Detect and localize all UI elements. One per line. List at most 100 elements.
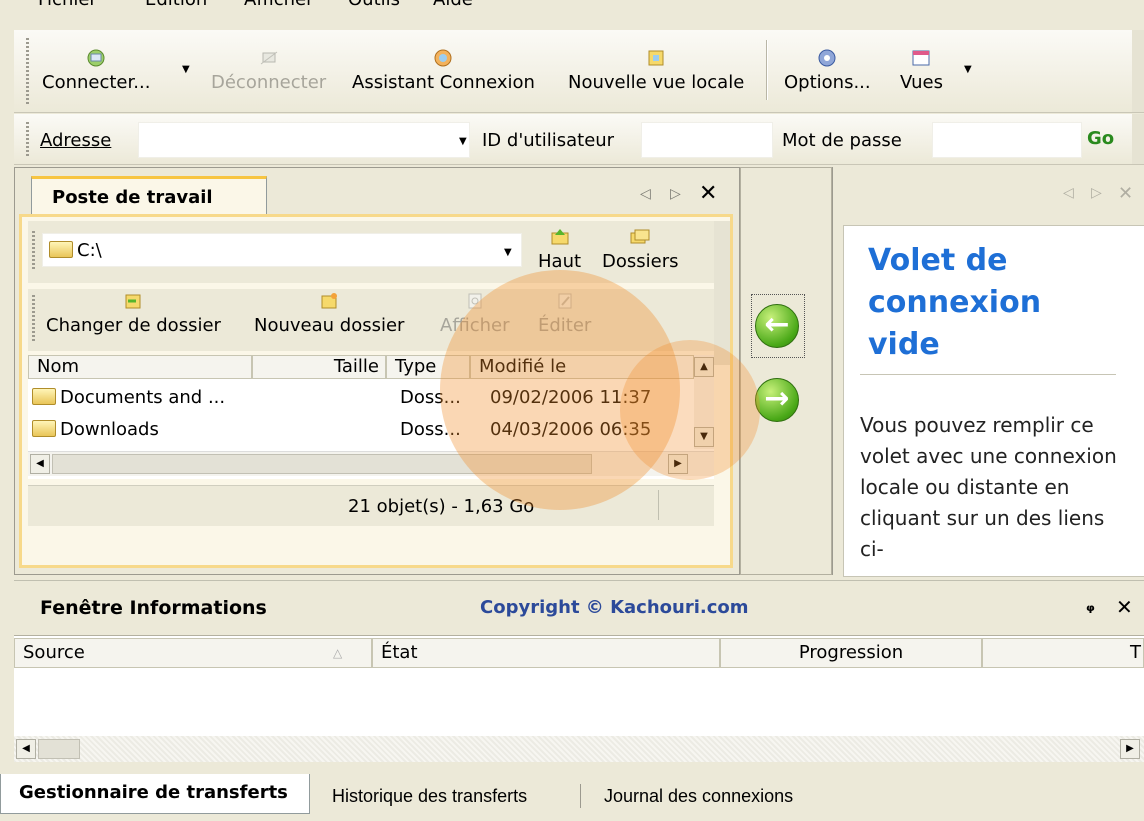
column-header-type[interactable]: Type [386, 355, 470, 379]
address-input[interactable] [138, 122, 470, 158]
scroll-up-icon[interactable]: ▲ [694, 357, 714, 377]
local-toolbar-chevron[interactable] [714, 221, 730, 365]
wizard-icon [434, 49, 452, 67]
connection-wizard-button[interactable]: Assistant Connexion [352, 48, 535, 93]
folder-icon [32, 388, 56, 405]
path-toolbar: C:\ ▼ Haut Dossiers [28, 221, 714, 283]
file-list-hscrollbar[interactable]: ◀ ▶ [28, 451, 714, 476]
menu-afficher[interactable]: Afficher [244, 0, 314, 10]
column-header-t[interactable]: T [982, 638, 1144, 668]
transfer-hscroll-thumb[interactable] [38, 739, 80, 759]
toolbar-separator [766, 40, 768, 100]
new-local-view-button[interactable]: Nouvelle vue locale [568, 48, 744, 93]
remote-scroll-right-icon[interactable]: ▷ [1091, 185, 1102, 201]
menu-aide[interactable]: Aide [433, 0, 473, 10]
transfer-hscrollbar[interactable]: ◀ ▶ [14, 736, 1144, 762]
address-grip[interactable] [26, 122, 29, 156]
column-header-source[interactable]: Source △ [14, 638, 372, 668]
status-divider [658, 490, 659, 520]
hscroll-thumb[interactable] [52, 454, 592, 474]
address-label: Adresse [40, 130, 112, 151]
info-window-title: Fenêtre Informations [40, 597, 267, 619]
new-folder-button[interactable]: Nouveau dossier [254, 291, 404, 336]
column-header-size[interactable]: Taille [252, 355, 386, 379]
empty-pane-body: Vous pouvez remplir ce volet avec une co… [860, 413, 1117, 561]
options-button[interactable]: Options... [784, 48, 871, 93]
transfer-list: Source △ État Progression T ◀ ▶ [14, 635, 1144, 762]
table-row[interactable]: Documents and ... Doss... 09/02/2006 11:… [28, 383, 694, 413]
folder-up-icon [551, 229, 569, 245]
file-list-vscrollbar[interactable]: ▲ ▼ [694, 355, 714, 449]
tab-transfer-history[interactable]: Historique des transferts [332, 786, 527, 807]
pin-icon[interactable]: ᵩ [1086, 595, 1095, 616]
transfer-left-button[interactable]: ← [755, 304, 799, 348]
address-dropdown-icon[interactable]: ▼ [459, 136, 467, 147]
scroll-right-icon[interactable]: ▶ [668, 454, 688, 474]
view-file-button[interactable]: Afficher [440, 291, 510, 336]
folders-icon [630, 229, 650, 244]
up-button[interactable]: Haut [538, 227, 581, 272]
empty-pane-heading: Volet de connexion vide [868, 243, 1042, 362]
copyright-text: Copyright © Kachouri.com [480, 597, 749, 618]
local-panel-content: C:\ ▼ Haut Dossiers Changer de dossier N… [19, 214, 733, 568]
menu-edition[interactable]: Edition [145, 0, 207, 10]
user-id-input[interactable] [641, 122, 773, 158]
file-type: Doss... [400, 387, 461, 408]
edit-file-icon [558, 293, 572, 309]
file-name: Downloads [32, 419, 159, 440]
folders-button[interactable]: Dossiers [602, 227, 678, 272]
go-button[interactable]: Go [1087, 128, 1114, 149]
actions-grip[interactable] [32, 295, 35, 343]
arrow-left-icon: ← [764, 307, 790, 342]
close-info-icon[interactable]: ✕ [1116, 595, 1133, 619]
transfer-right-button[interactable]: → [755, 378, 799, 422]
connect-dropdown-icon[interactable]: ▼ [182, 64, 190, 75]
folder-icon [32, 420, 56, 437]
folder-icon [49, 241, 73, 258]
remote-close-icon[interactable]: ✕ [1118, 183, 1133, 204]
heading-divider [860, 374, 1116, 375]
path-toolbar-grip[interactable] [32, 231, 35, 271]
address-overflow-chevron[interactable] [1132, 114, 1144, 164]
column-header-name[interactable]: Nom [28, 355, 252, 379]
info-window: Fenêtre Informations Copyright © Kachour… [14, 580, 1144, 767]
toolbar-grip[interactable] [26, 38, 29, 104]
remote-scroll-left-icon[interactable]: ◁ [1063, 185, 1074, 201]
password-input[interactable] [932, 122, 1082, 158]
table-row[interactable]: Downloads Doss... 04/03/2006 06:35 [28, 415, 694, 445]
tab-connection-log[interactable]: Journal des connexions [604, 786, 793, 807]
tab-scroll-left-icon[interactable]: ◁ [640, 186, 651, 202]
column-header-modified[interactable]: Modifié le [470, 355, 694, 379]
file-modified: 09/02/2006 11:37 [490, 387, 652, 408]
tab-transfer-manager[interactable]: Gestionnaire de transferts [0, 774, 310, 814]
transfer-scroll-left-icon[interactable]: ◀ [16, 739, 36, 759]
change-folder-icon [125, 294, 141, 309]
views-dropdown-icon[interactable]: ▼ [964, 64, 972, 75]
new-folder-icon [321, 293, 338, 309]
toolbar-overflow-chevron[interactable] [1132, 30, 1144, 112]
transfer-scroll-right-icon[interactable]: ▶ [1120, 739, 1140, 759]
column-header-state[interactable]: État [372, 638, 720, 668]
scroll-down-icon[interactable]: ▼ [694, 427, 714, 447]
menu-outils[interactable]: Outils [348, 0, 400, 10]
scroll-left-icon[interactable]: ◀ [30, 454, 50, 474]
edit-file-button[interactable]: Éditer [538, 291, 591, 336]
path-combobox[interactable]: C:\ [42, 233, 522, 267]
views-button[interactable]: Vues [900, 48, 943, 93]
connect-icon [87, 49, 105, 67]
disconnect-button[interactable]: Déconnecter [211, 48, 326, 93]
local-panel: Poste de travail ◁ ▷ ✕ C:\ ▼ Haut Dossie… [14, 167, 740, 575]
address-toolbar: Adresse ▼ ID d'utilisateur Mot de passe … [14, 114, 1144, 165]
tab-poste-de-travail[interactable]: Poste de travail [31, 176, 267, 214]
connect-button[interactable]: Connecter... [42, 48, 150, 93]
column-header-progress[interactable]: Progression [720, 638, 982, 668]
change-folder-button[interactable]: Changer de dossier [46, 291, 221, 336]
menu-fichier[interactable]: Fichier [38, 0, 97, 10]
main-toolbar: Connecter... ▼ Déconnecter Assistant Con… [14, 30, 1144, 113]
tab-scroll-right-icon[interactable]: ▷ [670, 186, 681, 202]
path-dropdown-icon[interactable]: ▼ [504, 247, 512, 258]
status-text: 21 objet(s) - 1,63 Go [348, 496, 535, 517]
file-name: Documents and ... [32, 387, 225, 408]
arrow-right-icon: → [764, 381, 790, 416]
close-panel-icon[interactable]: ✕ [699, 181, 717, 206]
